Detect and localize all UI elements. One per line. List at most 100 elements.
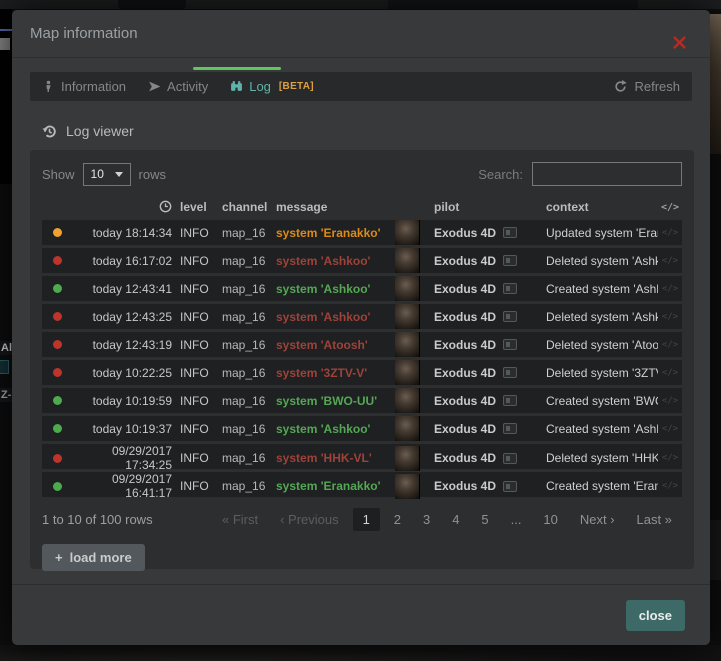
log-level: INFO [172, 254, 214, 268]
channel-column-header[interactable]: channel [214, 200, 266, 214]
table-row[interactable]: 09/29/2017 17:34:25 INFO map_16 system '… [42, 444, 682, 469]
pagination-ellipsis[interactable]: ... [503, 508, 530, 531]
load-more-button[interactable]: + load more [42, 544, 145, 571]
refresh-label: Refresh [634, 79, 680, 94]
row-code-icon[interactable]: </> [658, 312, 682, 322]
message-column-header[interactable]: message [266, 200, 395, 214]
tab-activity[interactable]: Activity [148, 79, 208, 94]
pilot-cell: Exodus 4D [426, 366, 538, 380]
log-channel: map_16 [214, 254, 266, 268]
tab-log[interactable]: Log [BETA] [230, 79, 314, 94]
log-message: system 'Eranakko' [266, 479, 395, 493]
row-code-icon[interactable]: </> [658, 424, 682, 434]
log-context: Deleted system '3ZTV-V' #... [538, 366, 658, 380]
pilot-column-header[interactable]: pilot [426, 200, 538, 214]
tab-label: Information [61, 79, 126, 94]
pilot-card-icon [503, 283, 517, 294]
status-cell [42, 312, 72, 321]
pilot-card-icon [503, 423, 517, 434]
pagination-next[interactable]: Next › [572, 508, 623, 531]
time-column-header[interactable] [72, 200, 172, 214]
table-row[interactable]: today 12:43:41 INFO map_16 system 'Ashko… [42, 276, 682, 301]
pagination-page-5[interactable]: 5 [473, 508, 496, 531]
log-time: 09/29/2017 17:34:25 [72, 444, 172, 472]
search-input[interactable] [532, 162, 682, 186]
log-time: today 10:19:59 [72, 394, 172, 408]
close-icon[interactable] [673, 36, 686, 49]
background-portrait [710, 14, 721, 154]
pilot-cell: Exodus 4D [426, 338, 538, 352]
pagination-page-4[interactable]: 4 [444, 508, 467, 531]
pagination-page-3[interactable]: 3 [415, 508, 438, 531]
pilot-cell: Exodus 4D [426, 282, 538, 296]
log-level: INFO [172, 394, 214, 408]
tab-label: Log [249, 79, 271, 94]
pilot-avatar-cell [395, 248, 426, 273]
pilot-name: Exodus 4D [434, 254, 496, 268]
pilot-avatar [395, 416, 420, 441]
pagination-page-10[interactable]: 10 [535, 508, 565, 531]
log-channel: map_16 [214, 451, 266, 465]
table-row[interactable]: today 10:19:37 INFO map_16 system 'Ashko… [42, 416, 682, 441]
table-row[interactable]: 09/29/2017 16:41:17 INFO map_16 system '… [42, 472, 682, 497]
row-code-icon[interactable]: </> [658, 256, 682, 266]
pilot-card-icon [503, 255, 517, 266]
close-button[interactable]: close [626, 600, 685, 631]
plus-icon: + [55, 550, 63, 565]
refresh-icon [614, 80, 627, 93]
log-message: system 'BWO-UU' [266, 394, 395, 408]
status-dot [53, 396, 62, 405]
pilot-avatar [395, 360, 420, 385]
log-message: system 'Eranakko' [266, 226, 395, 240]
pilot-name: Exodus 4D [434, 310, 496, 324]
row-code-icon[interactable]: </> [658, 453, 682, 463]
section-title: Log viewer [66, 123, 134, 139]
table-row[interactable]: today 10:22:25 INFO map_16 system '3ZTV-… [42, 360, 682, 385]
history-icon [42, 124, 57, 139]
pilot-avatar-cell [395, 360, 426, 385]
rows-label: rows [139, 167, 166, 182]
log-context: Created system 'BWO-UU'... [538, 394, 658, 408]
pilot-card-icon [503, 481, 517, 492]
context-column-header[interactable]: context [538, 200, 658, 214]
search-area: Search: [478, 162, 682, 186]
log-level: INFO [172, 479, 214, 493]
status-dot [53, 312, 62, 321]
status-dot [53, 228, 62, 237]
plane-icon [148, 80, 161, 93]
table-row[interactable]: today 12:43:19 INFO map_16 system 'Atoos… [42, 332, 682, 357]
clock-icon [159, 200, 172, 213]
table-row[interactable]: today 10:19:59 INFO map_16 system 'BWO-U… [42, 388, 682, 413]
tab-label: Activity [167, 79, 208, 94]
log-context: Created system 'Ashkoo' ... [538, 282, 658, 296]
background-map-node [0, 360, 9, 374]
log-context: Updated system 'Eranakk... [538, 226, 658, 240]
row-code-icon[interactable]: </> [658, 228, 682, 238]
pilot-avatar-cell [395, 220, 426, 245]
row-code-icon[interactable]: </> [658, 284, 682, 294]
pagination-page-2[interactable]: 2 [386, 508, 409, 531]
rows-per-page-value: 10 [91, 167, 104, 181]
rows-per-page-select[interactable]: 10 [83, 163, 131, 186]
pagination-page-1[interactable]: 1 [353, 508, 380, 531]
status-dot [53, 424, 62, 433]
background-bottom [0, 645, 721, 661]
row-code-icon[interactable]: </> [658, 396, 682, 406]
level-column-header[interactable]: level [172, 200, 214, 214]
pagination-summary: 1 to 10 of 100 rows [42, 512, 192, 527]
background-smudge [0, 38, 10, 50]
tab-information[interactable]: Information [42, 79, 126, 94]
table-row[interactable]: today 12:43:25 INFO map_16 system 'Ashko… [42, 304, 682, 329]
pilot-card-icon [503, 339, 517, 350]
refresh-button[interactable]: Refresh [614, 79, 680, 94]
row-code-icon[interactable]: </> [658, 340, 682, 350]
row-code-icon[interactable]: </> [658, 481, 682, 491]
table-row[interactable]: today 16:17:02 INFO map_16 system 'Ashko… [42, 248, 682, 273]
row-code-icon[interactable]: </> [658, 368, 682, 378]
pilot-name: Exodus 4D [434, 226, 496, 240]
pilot-avatar [395, 248, 420, 273]
table-row[interactable]: today 18:14:34 INFO map_16 system 'Erana… [42, 220, 682, 245]
pilot-card-icon [503, 227, 517, 238]
log-time: today 12:43:41 [72, 282, 172, 296]
pagination-last[interactable]: Last » [629, 508, 680, 531]
